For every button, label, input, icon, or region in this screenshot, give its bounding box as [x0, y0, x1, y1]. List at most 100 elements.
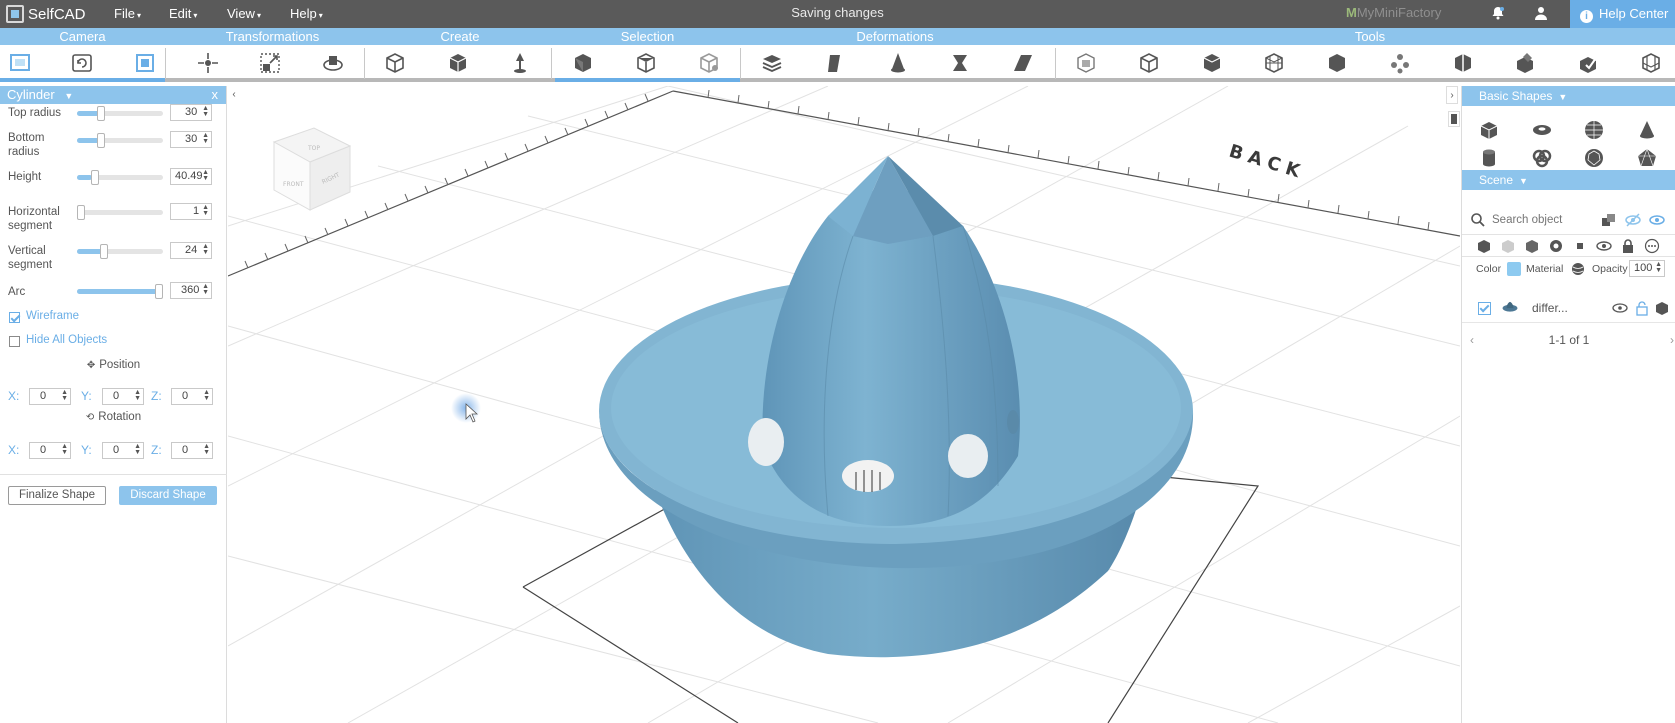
spinner-icon[interactable]: ▲ ▼ [203, 443, 210, 456]
menu-view[interactable]: View ▾ [227, 0, 261, 28]
hide-all-objects-checkbox[interactable] [9, 336, 20, 347]
camera-view-icon[interactable] [8, 51, 32, 75]
slider-thumb[interactable] [91, 170, 100, 185]
menu-edit[interactable]: Edit ▾ [169, 0, 197, 28]
myminifactory-link[interactable]: MMyMiniFactory [1346, 5, 1441, 20]
gear-icon[interactable] [1548, 238, 1564, 254]
next-page-icon[interactable]: › [1670, 330, 1674, 350]
vertical-segment-input[interactable]: 24 ▲ ▼ [170, 242, 212, 259]
bottom-radius-slider[interactable] [77, 133, 163, 148]
basic-shapes-header[interactable]: Basic Shapes ▼ [1462, 86, 1675, 106]
chevron-down-icon[interactable]: ▼ [64, 91, 73, 101]
select-edge-icon[interactable] [697, 51, 721, 75]
tool-stitch-icon[interactable] [1200, 51, 1224, 75]
object-eye-icon[interactable] [1612, 300, 1628, 316]
object-lock-icon[interactable] [1634, 300, 1650, 316]
wireframe-checkbox[interactable] [9, 312, 20, 323]
help-center-button[interactable]: i Help Center [1570, 0, 1675, 28]
hide-all-objects-label[interactable]: Hide All Objects [26, 334, 107, 346]
top-radius-input[interactable]: 30 ▲ ▼ [170, 104, 212, 121]
collapse-right-panel-icon[interactable]: › [1446, 86, 1458, 104]
select-face-icon[interactable] [634, 51, 658, 75]
stack-deform-icon[interactable] [760, 51, 784, 75]
tool-cut-icon[interactable] [1451, 51, 1475, 75]
position-x-input[interactable]: 0 ▲ ▼ [29, 388, 71, 405]
rotation-x-input[interactable]: 0 ▲ ▼ [29, 442, 71, 459]
view-cube[interactable]: TOP FRONT RIGHT [272, 127, 352, 211]
knot-shape-icon[interactable] [1532, 148, 1552, 168]
spinner-icon[interactable]: ▲ ▼ [134, 389, 141, 402]
rotate-tool-icon[interactable] [321, 51, 345, 75]
spinner-icon[interactable]: ▲ ▼ [202, 132, 209, 145]
tool-group-icon[interactable] [1388, 51, 1412, 75]
small-cube-icon[interactable] [1572, 238, 1588, 254]
tool-slice-icon[interactable] [1639, 51, 1663, 75]
bottom-radius-input[interactable]: 30 ▲ ▼ [170, 131, 212, 148]
arc-slider[interactable] [77, 284, 163, 299]
show-icon[interactable] [1649, 212, 1665, 228]
object-mode-icon[interactable] [1476, 238, 1492, 254]
bend-deform-icon[interactable] [823, 51, 847, 75]
create-shape-icon[interactable] [383, 51, 407, 75]
cube-shape-icon[interactable] [1479, 120, 1499, 140]
app-logo[interactable]: SelfCAD [6, 3, 86, 25]
spinner-icon[interactable]: ▲ ▼ [1655, 261, 1662, 274]
select-object-icon[interactable] [571, 51, 595, 75]
spinner-icon[interactable]: ▲ ▼ [202, 105, 209, 118]
horizontal-segment-input[interactable]: 1 ▲ ▼ [170, 203, 212, 220]
eye-icon[interactable] [1596, 238, 1612, 254]
spinner-icon[interactable]: ▲ ▼ [134, 443, 141, 456]
slider-thumb[interactable] [96, 106, 105, 121]
user-account-icon[interactable] [1533, 5, 1549, 21]
twist-deform-icon[interactable] [948, 51, 972, 75]
wire-mode-icon[interactable] [1500, 238, 1516, 254]
close-panel-button[interactable]: x [212, 86, 219, 104]
material-label[interactable]: Material [1526, 263, 1563, 275]
notification-bell-icon[interactable] [1490, 5, 1506, 21]
slider-thumb[interactable] [100, 244, 109, 259]
arc-input[interactable]: 360 ▲ ▼ [170, 282, 212, 299]
discard-shape-button[interactable]: Discard Shape [119, 486, 217, 505]
generator-icon[interactable] [446, 51, 470, 75]
menu-file[interactable]: File ▾ [114, 0, 141, 28]
taper-deform-icon[interactable] [886, 51, 910, 75]
sphere-shape-icon[interactable] [1584, 120, 1604, 140]
hide-icon[interactable] [1625, 212, 1641, 228]
scale-tool-icon[interactable] [258, 51, 282, 75]
color-swatch[interactable] [1507, 262, 1521, 276]
slider-thumb[interactable] [77, 205, 85, 220]
object-visible-checkbox[interactable] [1478, 302, 1491, 315]
tool-array-icon[interactable] [1074, 51, 1098, 75]
solid-mode-icon[interactable] [1524, 238, 1540, 254]
sketch-tool-icon[interactable] [508, 51, 532, 75]
polyhedron-shape-icon[interactable] [1584, 148, 1604, 168]
tool-hollow-icon[interactable] [1137, 51, 1161, 75]
spinner-icon[interactable]: ▲ ▼ [202, 204, 209, 217]
rotate-camera-icon[interactable] [70, 51, 94, 75]
tool-mesh-icon[interactable] [1262, 51, 1286, 75]
rotation-y-input[interactable]: 0 ▲ ▼ [102, 442, 144, 459]
shear-deform-icon[interactable] [1011, 51, 1035, 75]
search-object-input[interactable] [1492, 212, 1592, 228]
tool-sculpt-icon[interactable] [1513, 51, 1537, 75]
scene-header[interactable]: Scene ▼ [1462, 170, 1675, 190]
move-tool-icon[interactable] [196, 51, 220, 75]
more-options-icon[interactable] [1644, 238, 1660, 254]
position-z-input[interactable]: 0 ▲ ▼ [171, 388, 213, 405]
fit-view-icon[interactable] [133, 51, 157, 75]
scene-object-row[interactable]: differ... [1462, 293, 1675, 323]
horizontal-segment-slider[interactable] [77, 205, 163, 220]
scene-canvas[interactable]: BACK TOP FRONT RIGHT [228, 86, 1460, 723]
spinner-icon[interactable]: ▲ ▼ [202, 243, 209, 256]
pyramid-shape-icon[interactable] [1637, 148, 1657, 168]
spinner-icon[interactable]: ▲ ▼ [202, 169, 209, 182]
object-cube-icon[interactable] [1654, 300, 1670, 316]
tool-boolean-icon[interactable] [1325, 51, 1349, 75]
3d-viewport[interactable]: BACK TOP FRONT RIGHT [228, 86, 1460, 723]
menu-help[interactable]: Help ▾ [290, 0, 323, 28]
slider-thumb[interactable] [155, 284, 163, 299]
object-name[interactable]: differ... [1532, 301, 1568, 315]
height-slider[interactable] [77, 170, 163, 185]
height-input[interactable]: 40.49 ▲ ▼ [170, 168, 212, 185]
3d-model-difference[interactable] [599, 156, 1194, 658]
